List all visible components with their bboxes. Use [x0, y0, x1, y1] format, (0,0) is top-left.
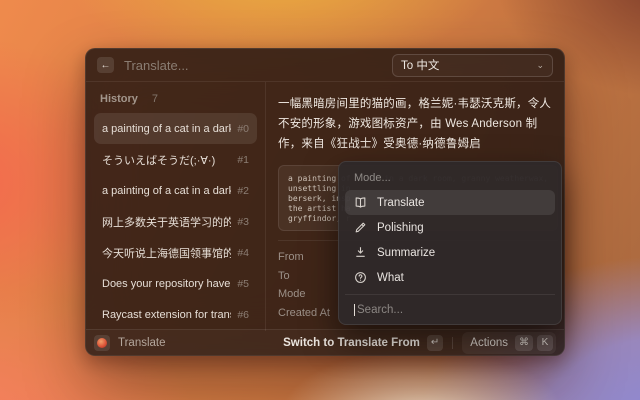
k-key-badge: K — [537, 335, 553, 351]
raycast-translate-window: ← Translate... To 中文 ⌄ History 7 a paint… — [85, 48, 565, 356]
primary-action-label[interactable]: Switch to Translate From — [283, 337, 420, 349]
history-item[interactable]: Does your repository have so man... #5 — [94, 268, 257, 299]
extension-name: Translate — [118, 337, 166, 349]
text-caret — [354, 304, 355, 316]
pencil-icon — [354, 221, 367, 234]
nav-bar: ← Translate... To 中文 ⌄ — [86, 49, 564, 82]
chevron-down-icon: ⌄ — [536, 60, 544, 71]
history-item[interactable]: a painting of a cat in a dark room,... #… — [94, 113, 257, 144]
back-button[interactable]: ← — [97, 57, 114, 73]
back-arrow-icon: ← — [101, 60, 111, 71]
dropdown-search-input[interactable]: Search... — [345, 294, 555, 324]
mode-dropdown: Mode... Translate Polishing Summarize Wh… — [338, 161, 562, 325]
actions-button[interactable]: Actions ⌘ K — [462, 332, 556, 354]
desktop-background: ← Translate... To 中文 ⌄ History 7 a paint… — [0, 0, 640, 400]
dropdown-item-polishing[interactable]: Polishing — [345, 215, 555, 240]
search-input[interactable]: Translate... — [124, 58, 382, 73]
history-item[interactable]: a painting of a cat in a dark room,... #… — [94, 175, 257, 206]
return-key-badge: ↵ — [427, 335, 443, 351]
footer-bar: Translate Switch to Translate From ↵ Act… — [86, 329, 564, 355]
dropdown-item-summarize[interactable]: Summarize — [345, 240, 555, 265]
divider — [452, 337, 453, 349]
dropdown-item-translate[interactable]: Translate — [345, 190, 555, 215]
extension-icon — [94, 335, 110, 351]
history-item-index: #3 — [237, 216, 249, 228]
command-key-badge: ⌘ — [515, 335, 533, 351]
history-item-index: #6 — [237, 309, 249, 321]
history-item-index: #0 — [237, 123, 249, 135]
book-icon — [354, 196, 367, 209]
history-item-index: #2 — [237, 185, 249, 197]
history-item-index: #5 — [237, 278, 249, 290]
history-item[interactable]: Raycast extension for translation... #6 — [94, 299, 257, 330]
history-item-index: #4 — [237, 247, 249, 259]
target-language-value: To 中文 — [401, 57, 439, 73]
question-circle-icon — [354, 271, 367, 284]
history-title: History — [100, 93, 138, 105]
history-item[interactable]: そういえばそうだ(;·∀·) #1 — [94, 144, 257, 175]
history-header: History 7 — [94, 88, 257, 113]
history-item[interactable]: 网上多数关于英语学习的的分享，都... #3 — [94, 206, 257, 237]
history-item-index: #1 — [237, 154, 249, 166]
arrow-down-to-line-icon — [354, 246, 367, 259]
history-item[interactable]: 今天听说上海德国领事馆的签证预约... #4 — [94, 237, 257, 268]
dropdown-item-what[interactable]: What — [345, 265, 555, 290]
history-pane: History 7 a painting of a cat in a dark … — [86, 82, 266, 331]
history-count: 7 — [152, 93, 158, 105]
dropdown-section-label: Mode... — [345, 167, 555, 190]
translation-text: 一幅黑暗房间里的猫的画，格兰妮·韦瑟沃克斯，令人不安的形象，游戏图标资产，由 W… — [278, 94, 558, 154]
target-language-select[interactable]: To 中文 ⌄ — [392, 54, 553, 77]
